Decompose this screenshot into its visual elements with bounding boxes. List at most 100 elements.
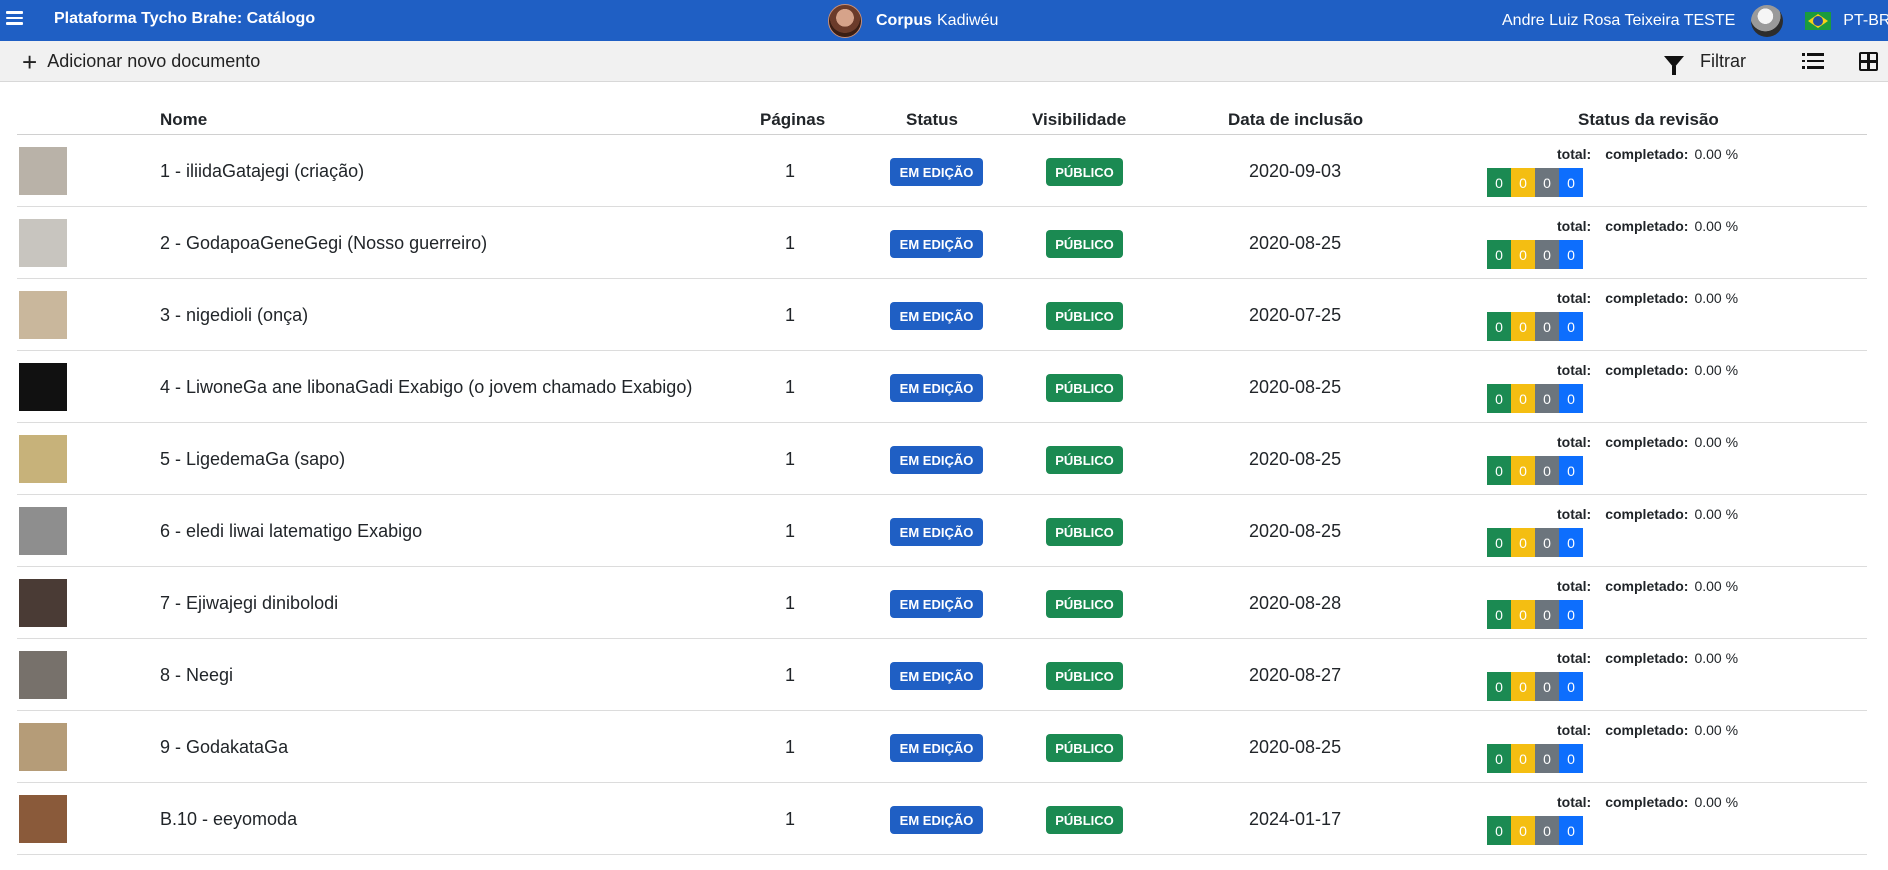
status-badge: EM EDIÇÃO <box>890 158 983 186</box>
document-thumbnail[interactable] <box>19 651 67 699</box>
review-count-b: 0 <box>1559 672 1583 701</box>
header-date[interactable]: Data de inclusão <box>1228 110 1363 130</box>
document-name[interactable]: 1 - iliidaGatajegi (criação) <box>160 135 700 207</box>
list-view-icon[interactable] <box>1802 53 1824 71</box>
brazil-flag-icon[interactable] <box>1805 11 1832 30</box>
menu-icon[interactable] <box>6 8 24 28</box>
review-count-y: 0 <box>1511 672 1535 701</box>
document-thumbnail[interactable] <box>19 795 67 843</box>
document-thumbnail[interactable] <box>19 435 67 483</box>
table-row[interactable]: 1 - iliidaGatajegi (criação) 1 EM EDIÇÃO PÚ… <box>17 135 1867 207</box>
review-count-gr: 0 <box>1535 816 1559 845</box>
review-count-g: 0 <box>1487 240 1511 269</box>
table-row[interactable]: 3 - nigedioli (onça) 1 EM EDIÇÃO PÚBLICO 202… <box>17 279 1867 351</box>
review-count-y: 0 <box>1511 384 1535 413</box>
document-pages: 1 <box>785 160 796 181</box>
grid-view-icon[interactable] <box>1859 52 1878 71</box>
table-row[interactable]: 2 - GodapoaGeneGegi (Nosso guerreiro) 1 EM… <box>17 207 1867 279</box>
review-total-label: total: <box>1557 794 1592 810</box>
corpus-name: Kadiwéu <box>937 11 999 29</box>
review-counts: 0000 <box>1487 240 1583 269</box>
document-name[interactable]: 6 - eledi liwai latematigo Exabigo <box>160 495 700 567</box>
document-name[interactable]: 2 - GodapoaGeneGegi (Nosso guerreiro) <box>160 207 700 279</box>
review-summary: total: completado: 0.00 % <box>1557 146 1738 162</box>
header-review-status[interactable]: Status da revisão <box>1578 110 1719 130</box>
review-counts: 0000 <box>1487 168 1583 197</box>
header-visibility[interactable]: Visibilidade <box>1032 110 1126 130</box>
document-thumbnail[interactable] <box>19 219 67 267</box>
document-pages: 1 <box>785 808 796 829</box>
inclusion-date: 2020-08-25 <box>1249 376 1342 397</box>
visibility-badge: PÚBLICO <box>1046 230 1123 258</box>
review-counts: 0000 <box>1487 600 1583 629</box>
plus-icon: + <box>22 46 38 77</box>
table-row[interactable]: 5 - LigedemaGa (sapo) 1 EM EDIÇÃO PÚBLICO 20… <box>17 423 1867 495</box>
status-badge: EM EDIÇÃO <box>890 662 983 690</box>
header-pages[interactable]: Páginas <box>760 110 825 130</box>
corpus-label: Corpus <box>876 11 932 29</box>
table-row[interactable]: 7 - Ejiwajegi dinibolodi 1 EM EDIÇÃO PÚBLIC… <box>17 567 1867 639</box>
table-row[interactable]: 4 - LiwoneGa ane libonaGadi Exabigo (o j… <box>17 351 1867 423</box>
review-percent: 0.00 % <box>1694 506 1739 522</box>
document-name[interactable]: 7 - Ejiwajegi dinibolodi <box>160 567 700 639</box>
add-document-label: Adicionar novo documento <box>47 51 261 71</box>
inclusion-date: 2020-09-03 <box>1249 160 1342 181</box>
visibility-badge: PÚBLICO <box>1046 446 1123 474</box>
review-count-g: 0 <box>1487 312 1511 341</box>
app-title[interactable]: Plataforma Tycho Brahe: Catálogo <box>54 10 315 28</box>
document-name[interactable]: 5 - LigedemaGa (sapo) <box>160 423 700 495</box>
user-name: Andre Luiz Rosa Teixeira TESTE <box>1502 11 1736 29</box>
add-document-button[interactable]: + Adicionar novo documento <box>22 41 260 82</box>
document-pages: 1 <box>785 664 796 685</box>
visibility-badge: PÚBLICO <box>1046 662 1123 690</box>
review-counts: 0000 <box>1487 672 1583 701</box>
document-name[interactable]: 8 - Neegi <box>160 639 700 711</box>
review-percent: 0.00 % <box>1694 794 1739 810</box>
user-menu[interactable]: Andre Luiz Rosa Teixeira TESTE PT-BR <box>1502 0 1888 41</box>
review-total-label: total: <box>1557 218 1592 234</box>
review-counts: 0000 <box>1487 456 1583 485</box>
document-thumbnail[interactable] <box>19 723 67 771</box>
review-percent: 0.00 % <box>1694 650 1739 666</box>
review-count-b: 0 <box>1559 528 1583 557</box>
status-badge: EM EDIÇÃO <box>890 446 983 474</box>
inclusion-date: 2020-08-27 <box>1249 664 1342 685</box>
review-counts: 0000 <box>1487 384 1583 413</box>
inclusion-date: 2020-07-25 <box>1249 304 1342 325</box>
document-thumbnail[interactable] <box>19 507 67 555</box>
review-status: total: completado: 0.00 % 0 0 0 0 <box>1487 434 1787 486</box>
table-row[interactable]: 6 - eledi liwai latematigo Exabigo 1 EM ED… <box>17 495 1867 567</box>
review-status: total: completado: 0.00 % 0 0 0 0 <box>1487 578 1787 630</box>
inclusion-date: 2020-08-25 <box>1249 232 1342 253</box>
language-label[interactable]: PT-BR <box>1843 12 1888 30</box>
document-name[interactable]: 4 - LiwoneGa ane libonaGadi Exabigo (o j… <box>160 351 700 423</box>
document-pages: 1 <box>785 232 796 253</box>
document-thumbnail[interactable] <box>19 363 67 411</box>
visibility-badge: PÚBLICO <box>1046 806 1123 834</box>
document-thumbnail[interactable] <box>19 291 67 339</box>
header-status[interactable]: Status <box>906 110 958 130</box>
document-pages: 1 <box>785 592 796 613</box>
review-status: total: completado: 0.00 % 0 0 0 0 <box>1487 722 1787 774</box>
review-status: total: completado: 0.00 % 0 0 0 0 <box>1487 506 1787 558</box>
corpus-selector[interactable]: Corpus Kadiwéu <box>828 0 998 41</box>
review-status: total: completado: 0.00 % 0 0 0 0 <box>1487 794 1787 846</box>
review-total-label: total: <box>1557 146 1592 162</box>
review-count-y: 0 <box>1511 312 1535 341</box>
review-percent: 0.00 % <box>1694 146 1739 162</box>
header-name[interactable]: Nome <box>160 110 207 130</box>
table-row[interactable]: B.10 - eeyomoda 1 EM EDIÇÃO PÚBLICO 2024-01-… <box>17 783 1867 855</box>
inclusion-date: 2020-08-25 <box>1249 736 1342 757</box>
document-thumbnail[interactable] <box>19 579 67 627</box>
review-count-g: 0 <box>1487 744 1511 773</box>
document-name[interactable]: B.10 - eeyomoda <box>160 783 700 855</box>
document-name[interactable]: 9 - GodakataGa <box>160 711 700 783</box>
table-row[interactable]: 9 - GodakataGa 1 EM EDIÇÃO PÚBLICO 2020-08-2… <box>17 711 1867 783</box>
visibility-badge: PÚBLICO <box>1046 734 1123 762</box>
status-badge: EM EDIÇÃO <box>890 230 983 258</box>
filter-button[interactable]: Filtrar <box>1664 41 1746 82</box>
review-completed-label: completado: <box>1605 290 1689 306</box>
table-row[interactable]: 8 - Neegi 1 EM EDIÇÃO PÚBLICO 2020-08-27 tota… <box>17 639 1867 711</box>
document-thumbnail[interactable] <box>19 147 67 195</box>
document-name[interactable]: 3 - nigedioli (onça) <box>160 279 700 351</box>
